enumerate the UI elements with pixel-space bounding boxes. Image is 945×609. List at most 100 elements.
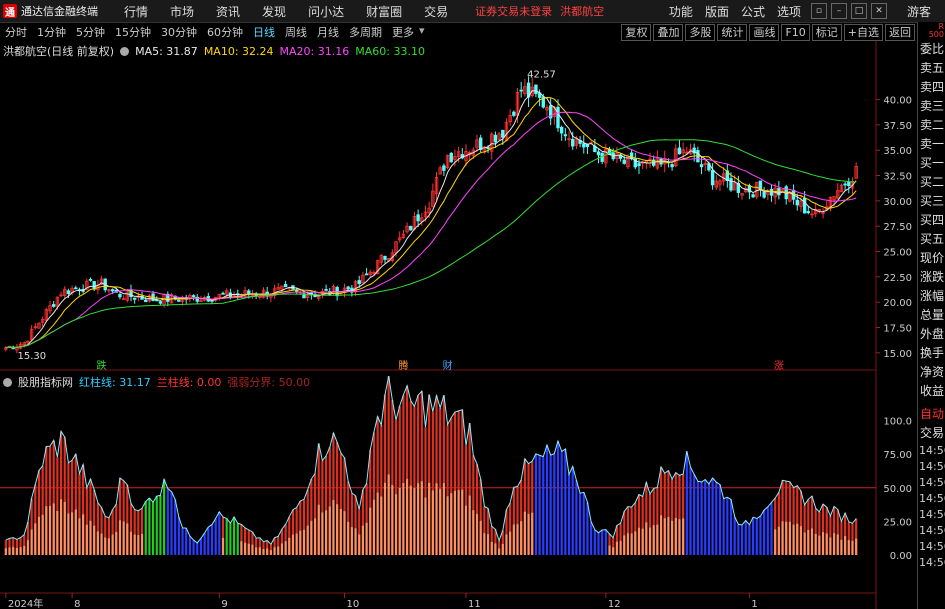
- candle-body: [144, 299, 148, 303]
- menu-item-market[interactable]: 市场: [159, 3, 205, 20]
- sidebar-lower-label[interactable]: 交易: [918, 424, 945, 443]
- sidebar-label: 卖四: [919, 80, 944, 94]
- candle-body: [191, 295, 196, 297]
- candle-body: [582, 143, 586, 148]
- x-axis-label: 9: [221, 599, 227, 609]
- candle-body: [596, 151, 601, 156]
- sidebar-label: 委比: [919, 42, 944, 56]
- f10-button[interactable]: F10: [781, 23, 810, 41]
- candle-body: [158, 301, 163, 304]
- sidebar-label: 买四: [919, 213, 944, 227]
- sidebar-label-list: 委比 卖五 卖四 卖三 卖二 卖一 买一 买二 买三 买四 买五 现价 涨跌 涨幅 总量 外盘 换手 净资 收益: [918, 40, 945, 401]
- y-tick-label: 25.00: [883, 248, 912, 259]
- more-chevron-icon[interactable]: ▾: [419, 24, 425, 40]
- tab-15min[interactable]: 15分钟: [110, 24, 156, 40]
- stats-button[interactable]: 统计: [717, 23, 748, 41]
- tab-30min[interactable]: 30分钟: [156, 24, 202, 40]
- right-menu: 功能 版面 公式 选项 ▫ – □ ✕ 游客: [663, 0, 945, 22]
- candle-body: [559, 126, 564, 134]
- candle-body: [556, 106, 560, 129]
- minimize-icon[interactable]: –: [830, 3, 847, 19]
- candle-body: [132, 297, 137, 300]
- candle-body: [802, 198, 807, 214]
- candle-body: [479, 137, 483, 150]
- menu-item-trade[interactable]: 交易: [413, 3, 459, 20]
- menu-item-quotes[interactable]: 行情: [113, 3, 159, 20]
- indicator-tick-label: 50.00: [883, 484, 912, 495]
- candle-body: [699, 164, 704, 168]
- event-marker: 跌: [97, 359, 107, 372]
- sidebar-time-list: 14:56 14:56 14:56 14:56 14:56 14:56 14:56 14:56: [918, 443, 945, 571]
- indicator-tick-label: 0.00: [890, 551, 912, 562]
- candle-body: [221, 292, 225, 295]
- app-logo: 通 通达信金融终端: [3, 3, 113, 19]
- chart-canvas[interactable]: 42.57 15.30 跌 腾 财 涨 40.00 37.50 35.00 32.50 30.00 2…: [0, 41, 917, 609]
- sidebar-time: 14:56: [919, 460, 945, 473]
- sidebar-time: 14:56: [919, 540, 945, 553]
- candle-body: [486, 147, 490, 150]
- candle-body: [409, 225, 413, 231]
- restore-icon[interactable]: ▫: [810, 3, 827, 19]
- period-toolbar: 分时 1分钟 5分钟 15分钟 30分钟 60分钟 日线 周线 月线 多周期 更…: [0, 23, 915, 41]
- tab-5min[interactable]: 5分钟: [71, 24, 110, 40]
- draw-line-button[interactable]: 画线: [749, 23, 780, 41]
- menu-item-discover[interactable]: 发现: [251, 3, 297, 20]
- candle-body: [324, 288, 328, 291]
- candle-body: [383, 255, 387, 260]
- candle-body: [118, 293, 122, 298]
- candle-body: [88, 279, 93, 281]
- menu-item-wealth[interactable]: 财富圈: [355, 3, 413, 20]
- tab-more[interactable]: 更多: [387, 24, 419, 40]
- candle-body: [843, 183, 847, 186]
- menu-item-ask[interactable]: 问小达: [297, 3, 355, 20]
- back-button[interactable]: 返回: [885, 23, 915, 41]
- menu-item-options[interactable]: 选项: [771, 3, 807, 20]
- tab-60min[interactable]: 60分钟: [202, 24, 248, 40]
- ma-line-ma10: [5, 96, 857, 349]
- adjust-button[interactable]: 复权: [621, 23, 652, 41]
- multi-stock-button[interactable]: 多股: [685, 23, 716, 41]
- event-marker: 涨: [774, 360, 784, 372]
- tab-1min[interactable]: 1分钟: [32, 24, 71, 40]
- overlay-button[interactable]: 叠加: [653, 23, 684, 41]
- candle-body: [177, 300, 181, 302]
- tab-monthly[interactable]: 月线: [312, 24, 344, 40]
- candle-body: [357, 280, 361, 285]
- sidebar-time: 14:56: [919, 524, 945, 537]
- candle-body: [493, 134, 498, 143]
- mark-button[interactable]: 标记: [811, 23, 842, 41]
- x-axis-label: 1: [751, 599, 757, 609]
- y-tick-label: 35.00: [883, 146, 912, 157]
- candle-body: [795, 199, 799, 206]
- chart-tools: 复权 叠加 多股 统计 画线 F10 标记 +自选 返回: [619, 23, 915, 41]
- sidebar-label: 涨幅: [919, 289, 944, 303]
- menu-item-function[interactable]: 功能: [663, 3, 699, 20]
- menu-item-formula[interactable]: 公式: [735, 3, 771, 20]
- sidebar-time: 14:56: [919, 556, 945, 569]
- maximize-icon[interactable]: □: [850, 3, 867, 19]
- close-icon[interactable]: ✕: [870, 3, 887, 19]
- candle-body: [519, 89, 523, 92]
- x-axis-label: 8: [74, 599, 80, 609]
- candle-body: [637, 163, 641, 167]
- app-title: 通达信金融终端: [21, 5, 98, 18]
- login-status[interactable]: 证券交易未登录: [475, 3, 552, 19]
- add-favorite-button[interactable]: +自选: [843, 23, 883, 41]
- sidebar-label: 外盘: [919, 327, 944, 341]
- tab-multi-period[interactable]: 多周期: [344, 24, 387, 40]
- candle-body: [563, 134, 568, 137]
- quote-sidebar: R 500 委比 卖五 卖四 卖三 卖二 卖一 买一 买二 买三 买四 买五 现价 涨跌 涨幅 总量 外盘 换手净…: [917, 22, 945, 609]
- candle-body: [512, 111, 516, 116]
- menu-item-news[interactable]: 资讯: [205, 3, 251, 20]
- tab-daily[interactable]: 日线: [248, 24, 280, 40]
- tab-weekly[interactable]: 周线: [280, 24, 312, 40]
- guest-label[interactable]: 游客: [901, 3, 937, 20]
- tab-timeshare[interactable]: 分时: [0, 24, 32, 40]
- menu-item-layout[interactable]: 版面: [699, 3, 735, 20]
- sidebar-lower-label[interactable]: 自动: [918, 405, 945, 424]
- high-annotation: 42.57: [527, 69, 556, 80]
- y-tick-label: 37.50: [883, 121, 912, 132]
- candle-body: [442, 165, 446, 171]
- candle-body: [346, 286, 350, 290]
- sidebar-time: 14:56: [919, 508, 945, 521]
